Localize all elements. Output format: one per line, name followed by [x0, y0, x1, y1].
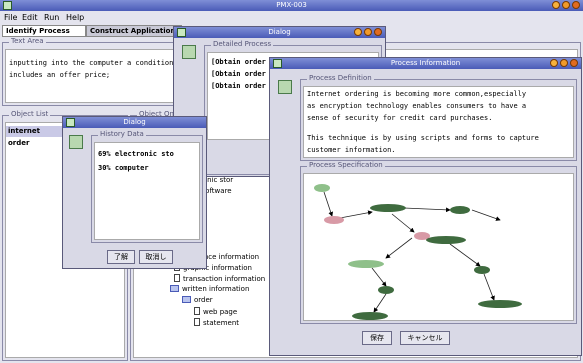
- process-icon: [182, 45, 196, 59]
- tree-node-label: web page: [203, 308, 238, 316]
- history-ok-button[interactable]: 了解: [107, 250, 135, 264]
- list-item[interactable]: [Obtain order t: [211, 81, 274, 92]
- process-spec-label: Process Specification: [307, 161, 385, 169]
- graph-edge: [385, 237, 413, 259]
- process-spec-canvas[interactable]: [303, 173, 574, 321]
- cancel-button[interactable]: キャンセル: [400, 331, 450, 345]
- dialog-icon: [177, 28, 186, 37]
- folder-icon: [182, 296, 191, 303]
- tree-node[interactable]: web page: [194, 307, 237, 316]
- history-dialog-title: Dialog: [123, 118, 146, 126]
- folder-icon: [170, 285, 179, 292]
- list-item[interactable]: [Obtain order t: [211, 57, 274, 68]
- app-icon: [3, 1, 12, 10]
- tree-node[interactable]: order: [182, 296, 213, 304]
- menu-bar: File Edit Run Help: [0, 11, 583, 24]
- object-list-label: Object List: [9, 110, 51, 118]
- document-icon: [194, 307, 200, 315]
- detail-dialog-title: Dialog: [268, 28, 291, 36]
- graph-node: [378, 286, 394, 294]
- text-area-line: inputting into the computer a condition: [9, 59, 174, 67]
- tree-node[interactable]: statement: [194, 318, 239, 327]
- tree-node-label: order: [194, 296, 213, 304]
- graph-node: [478, 300, 522, 308]
- minimize-icon[interactable]: [552, 1, 560, 9]
- definition-line: customer information.: [307, 146, 396, 154]
- graph-node: [352, 312, 388, 320]
- document-icon: [194, 318, 200, 326]
- detailed-process-label: Detailed Process: [211, 40, 274, 48]
- graph-edge: [323, 191, 334, 217]
- process-definition-group: Process Definition Internet ordering is …: [300, 74, 577, 161]
- history-data-group: History Data 69% electronic sto 30% comp…: [91, 130, 203, 243]
- save-button[interactable]: 保存: [362, 331, 392, 345]
- minimize-icon[interactable]: [550, 59, 558, 67]
- menu-run[interactable]: Run: [44, 11, 59, 24]
- text-area-label: Text Area: [9, 37, 46, 45]
- graph-node: [324, 216, 344, 224]
- menu-file[interactable]: File: [4, 11, 17, 24]
- close-icon[interactable]: [572, 1, 580, 9]
- graph-node: [474, 266, 490, 274]
- list-item[interactable]: 69% electronic sto: [98, 149, 174, 160]
- definition-line: Internet ordering is becoming more commo…: [307, 90, 527, 98]
- text-area-line: includes an offer price;: [9, 71, 111, 79]
- process-info-window: Process Information Process Definition I…: [269, 57, 582, 356]
- process-info-title-bar[interactable]: Process Information: [270, 58, 581, 69]
- graph-edge: [483, 273, 495, 301]
- process-graph: [314, 184, 522, 320]
- tree-node[interactable]: transaction information: [174, 274, 265, 283]
- process-info-title: Process Information: [390, 59, 461, 67]
- close-icon[interactable]: [570, 59, 578, 67]
- tree-node-label: transaction information: [183, 275, 266, 283]
- graph-edge: [391, 213, 415, 233]
- tree-node[interactable]: written information: [170, 285, 249, 293]
- graph-edge: [403, 207, 451, 213]
- graph-node: [314, 184, 330, 192]
- main-title-bar[interactable]: PMX-003: [0, 0, 583, 11]
- list-item[interactable]: [Obtain order t: [211, 69, 274, 80]
- tree-node-label: written information: [182, 285, 250, 293]
- graph-edge: [373, 293, 387, 313]
- graph-edge: [471, 209, 501, 221]
- graph-node: [348, 260, 384, 268]
- process-info-icon: [278, 80, 292, 94]
- list-item[interactable]: 30% computer: [98, 163, 149, 174]
- history-cancel-button[interactable]: 取消し: [139, 250, 173, 264]
- tab-identify-process[interactable]: Identify Process: [2, 25, 86, 37]
- close-icon[interactable]: [374, 28, 382, 36]
- graph-node: [450, 206, 470, 214]
- menu-help[interactable]: Help: [66, 11, 84, 24]
- process-spec-group: Process Specification: [300, 161, 577, 324]
- dialog-icon: [273, 59, 282, 68]
- graph-edge: [449, 243, 481, 267]
- definition-line: sense of security for credit card purcha…: [307, 114, 493, 122]
- history-dialog-title-bar[interactable]: Dialog: [63, 117, 206, 128]
- main-title: PMX-003: [276, 1, 307, 9]
- menu-edit[interactable]: Edit: [22, 11, 38, 24]
- definition-line: This technique is by using scripts and f…: [307, 134, 539, 142]
- history-icon: [69, 135, 83, 149]
- maximize-icon[interactable]: [364, 28, 372, 36]
- maximize-icon[interactable]: [560, 59, 568, 67]
- definition-line: as encryption technology enables consume…: [307, 102, 527, 110]
- minimize-icon[interactable]: [354, 28, 362, 36]
- tree-node-label: statement: [203, 319, 240, 327]
- graph-node: [370, 204, 406, 212]
- document-icon: [174, 274, 180, 282]
- process-definition-label: Process Definition: [307, 74, 374, 82]
- graph-edge: [339, 210, 373, 219]
- dialog-icon: [66, 118, 75, 127]
- graph-node: [426, 236, 466, 244]
- maximize-icon[interactable]: [562, 1, 570, 9]
- history-data-label: History Data: [98, 130, 146, 138]
- process-definition-text[interactable]: Internet ordering is becoming more commo…: [303, 86, 574, 158]
- history-data-list[interactable]: 69% electronic sto 30% computer: [94, 142, 200, 240]
- graph-edge: [371, 267, 387, 287]
- detail-dialog-title-bar[interactable]: Dialog: [174, 27, 385, 38]
- tab-construct-application[interactable]: Construct Application: [86, 25, 182, 37]
- history-dialog: Dialog History Data 69% electronic sto 3…: [62, 116, 207, 269]
